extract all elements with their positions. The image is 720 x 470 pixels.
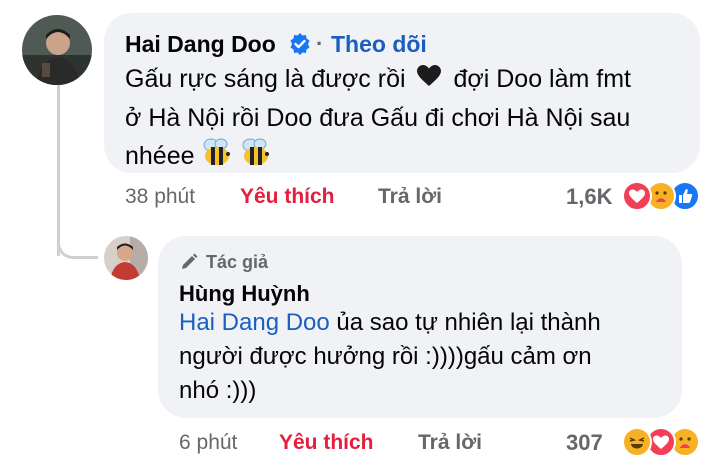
like-button[interactable]: Yêu thích [240, 185, 335, 209]
comment-author-name[interactable]: Hai Dang Doo [125, 31, 276, 58]
bee-icon [201, 137, 233, 178]
author-badge: Tác giả [206, 252, 269, 272]
reply-like-button[interactable]: Yêu thích [279, 431, 374, 455]
comment-text-line2: ở Hà Nội rồi Doo đưa Gấu đi chơi Hà Nội … [125, 104, 631, 133]
black-heart-icon [416, 61, 442, 99]
comment-text-line1: Gấu rực sáng là được rồi [125, 65, 406, 93]
reply-text-line3: nhó :))) [179, 377, 257, 404]
thread-line-vertical [57, 84, 60, 256]
reply-reaction-count[interactable]: 307 [566, 430, 603, 456]
reply-text-line1: ủa sao tự nhiên lại thành [329, 309, 601, 336]
reply-reply-button[interactable]: Trả lời [418, 431, 482, 455]
avatar-hai-dang-doo[interactable] [22, 15, 92, 85]
follow-button[interactable]: Theo dõi [331, 31, 427, 58]
comment-text-line3: nhéee [125, 142, 195, 171]
verified-badge-icon [288, 32, 312, 56]
reply-text: Hai Dang Doo ủa sao tự nhiên lại thành n… [179, 306, 679, 408]
comment-timestamp[interactable]: 38 phút [125, 185, 195, 209]
thread-line-curve [57, 240, 98, 259]
heart-icon [622, 181, 652, 211]
haha-icon [622, 427, 652, 457]
comment-text-line1b: đợi Doo làm fmt [453, 65, 631, 93]
reply-button[interactable]: Trả lời [378, 185, 442, 209]
comment-text: Gấu rực sáng là được rồi đợi Doo làm fmt… [125, 60, 695, 178]
separator-dot: · [316, 31, 324, 56]
reply-author-name[interactable]: Hùng Huỳnh [179, 281, 310, 307]
bee-icon [240, 137, 272, 178]
reply-text-line2: người được hưởng rồi :))))gấu cảm ơn [179, 343, 592, 370]
pencil-icon [179, 252, 199, 272]
reaction-count[interactable]: 1,6K [566, 184, 612, 210]
reply-timestamp[interactable]: 6 phút [179, 431, 237, 455]
avatar-hung-huynh[interactable] [104, 236, 148, 280]
mention-link[interactable]: Hai Dang Doo [179, 309, 330, 336]
